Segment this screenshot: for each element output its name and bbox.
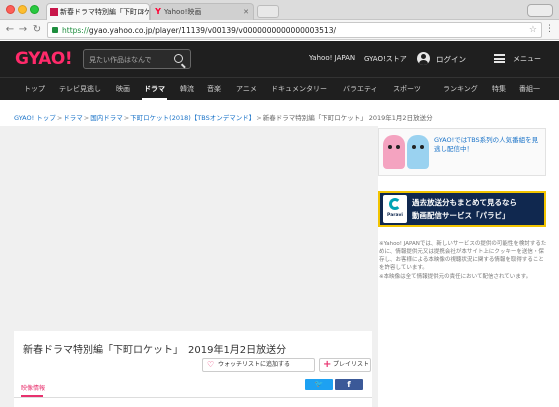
facebook-icon: f bbox=[347, 380, 351, 389]
twitter-icon: 🐦 bbox=[314, 380, 324, 388]
gyao-favicon-icon bbox=[50, 8, 58, 16]
episode-info-card: 新春ドラマ特別編「下町ロケット」 2019年1月2日放送分 ♡ ウォッチリストに… bbox=[14, 331, 372, 407]
yahoo-japan-link[interactable]: Yahoo! JAPAN bbox=[309, 54, 355, 62]
forward-arrow-icon[interactable]: → bbox=[17, 23, 29, 36]
paravi-logo: Paravi bbox=[383, 195, 407, 223]
browser-tab-gyao[interactable]: 新春ドラマ特別編「下町ロケッ ✕ bbox=[46, 3, 150, 20]
nav-item-top[interactable]: トップ bbox=[24, 78, 45, 100]
breadcrumb-link-domestic-drama[interactable]: 国内ドラマ bbox=[90, 114, 123, 122]
address-bar[interactable]: https://gyao.yahoo.co.jp/player/11139/v0… bbox=[47, 22, 542, 38]
plus-icon: + bbox=[323, 359, 332, 370]
episode-title: 新春ドラマ特別編「下町ロケット」 2019年1月2日放送分 bbox=[23, 345, 287, 356]
paravi-banner[interactable]: Paravi 過去放送分もまとめて見るなら 動画配信サービス「パラビ」 bbox=[378, 191, 546, 227]
breadcrumb-separator: > bbox=[83, 114, 90, 122]
minimize-window-button[interactable] bbox=[18, 5, 27, 14]
add-to-watchlist-button[interactable]: ♡ ウォッチリストに追加する bbox=[202, 358, 315, 372]
nav-item-ranking[interactable]: ランキング bbox=[443, 78, 478, 100]
nav-item-movies[interactable]: 映画 bbox=[116, 78, 130, 100]
search-input[interactable] bbox=[89, 53, 167, 66]
cookie-notice: ※Yahoo! JAPANでは、新しいサービスの提供の可能性を検討するために、情… bbox=[379, 240, 547, 282]
nav-item-sports[interactable]: スポーツ bbox=[393, 78, 421, 100]
nav-item-documentary[interactable]: ドキュメンタリー bbox=[271, 78, 327, 100]
close-tab-icon[interactable]: ✕ bbox=[243, 4, 249, 20]
nav-item-tv-catchup[interactable]: テレビ見逃し bbox=[59, 78, 101, 100]
paravi-line-2: 動画配信サービス「パラビ」 bbox=[412, 211, 510, 220]
new-tab-button[interactable] bbox=[257, 5, 279, 18]
gyao-store-link[interactable]: GYAO!ストア bbox=[364, 54, 407, 64]
reload-icon[interactable]: ↻ bbox=[31, 23, 43, 36]
nav-item-anime[interactable]: アニメ bbox=[236, 78, 257, 100]
bookmark-star-icon[interactable]: ☆ bbox=[529, 23, 537, 37]
lock-icon bbox=[52, 27, 58, 33]
login-link[interactable]: ログイン bbox=[436, 54, 466, 65]
paravi-line-1: 過去放送分もまとめて見るなら bbox=[412, 198, 517, 207]
breadcrumb-separator: > bbox=[123, 114, 130, 122]
yahoo-favicon-icon: Y bbox=[155, 7, 161, 16]
browser-toolbar: ← → ↻ https://gyao.yahoo.co.jp/player/11… bbox=[0, 20, 559, 40]
close-tab-icon[interactable]: ✕ bbox=[139, 4, 145, 20]
nav-item-drama[interactable]: ドラマ bbox=[142, 78, 167, 100]
menu-link[interactable]: メニュー bbox=[513, 54, 541, 64]
hamburger-menu-icon[interactable] bbox=[494, 54, 505, 63]
browser-tabstrip: 新春ドラマ特別編「下町ロケッ ✕ Y Yahoo!映画 ✕ bbox=[0, 0, 559, 20]
browser-tab-yahoo-movies[interactable]: Y Yahoo!映画 ✕ bbox=[150, 3, 254, 20]
tbs-banner[interactable]: GYAO!ではTBS系列の人気番組を見逃し配信中！ bbox=[378, 128, 546, 176]
bubu-mascot-icon bbox=[407, 135, 429, 169]
profile-button[interactable] bbox=[527, 4, 553, 17]
tab-video-info[interactable]: 映像情報 bbox=[21, 383, 45, 392]
site-header: GYAO! Yahoo! JAPAN GYAO!ストア ログイン メニュー bbox=[0, 41, 559, 77]
breadcrumb-link-series[interactable]: 下町ロケット(2018)【TBSオンデマンド】 bbox=[130, 114, 255, 122]
divider bbox=[14, 397, 372, 398]
tab-active-indicator bbox=[21, 395, 43, 397]
nav-item-feature[interactable]: 特集 bbox=[492, 78, 506, 100]
breadcrumb-separator: > bbox=[256, 114, 262, 122]
gyao-logo[interactable]: GYAO! bbox=[15, 49, 73, 69]
breadcrumb-current: 新春ドラマ特別編「下町ロケット」 2019年1月2日放送分 bbox=[262, 114, 433, 122]
url-scheme: https:// bbox=[62, 26, 89, 35]
paravi-c-icon bbox=[389, 198, 401, 210]
facebook-share-button[interactable]: f bbox=[335, 379, 363, 390]
nav-item-korean[interactable]: 韓流 bbox=[180, 78, 194, 100]
breadcrumb-link-drama[interactable]: ドラマ bbox=[63, 114, 83, 122]
close-window-button[interactable] bbox=[6, 5, 15, 14]
notice-paragraph: ※Yahoo! JAPANでは、新しいサービスの提供の可能性を検討するために、情… bbox=[379, 241, 547, 271]
search-box bbox=[83, 49, 191, 69]
url-text: gyao.yahoo.co.jp/player/11139/v00139/v00… bbox=[88, 26, 337, 35]
back-arrow-icon[interactable]: ← bbox=[4, 23, 16, 36]
category-nav: トップ テレビ見逃し 映画 ドラマ 韓流 音楽 アニメ ドキュメンタリー バラエ… bbox=[0, 77, 559, 100]
user-icon[interactable] bbox=[417, 52, 430, 65]
zoom-window-button[interactable] bbox=[30, 5, 39, 14]
nav-item-programs[interactable]: 番組一 bbox=[519, 78, 540, 100]
tab-title: 新春ドラマ特別編「下町ロケッ bbox=[60, 8, 150, 16]
tab-title: Yahoo!映画 bbox=[164, 8, 202, 16]
playlist-label: プレイリスト bbox=[333, 361, 370, 368]
browser-menu-icon[interactable]: ⋮ bbox=[545, 24, 554, 34]
notice-paragraph: ※本映像は全て情報提供元の責任において配信されています。 bbox=[379, 274, 532, 280]
breadcrumb: GYAO! トップ>ドラマ>国内ドラマ>下町ロケット(2018)【TBSオンデマ… bbox=[14, 112, 433, 122]
search-icon[interactable] bbox=[174, 54, 183, 63]
boopy-mascot-icon bbox=[383, 135, 405, 169]
heart-plus-icon: ♡ bbox=[207, 360, 215, 369]
breadcrumb-link-top[interactable]: GYAO! トップ bbox=[14, 114, 56, 122]
nav-item-variety[interactable]: バラエティ bbox=[343, 78, 378, 100]
watchlist-label: ウォッチリストに追加する bbox=[218, 361, 291, 368]
tbs-banner-text[interactable]: GYAO!ではTBS系列の人気番組を見逃し配信中！ bbox=[434, 136, 542, 154]
nav-item-music[interactable]: 音楽 bbox=[207, 78, 221, 100]
twitter-share-button[interactable]: 🐦 bbox=[305, 379, 333, 390]
playlist-button[interactable]: + プレイリスト bbox=[319, 358, 371, 372]
paravi-logo-text: Paravi bbox=[387, 213, 403, 218]
breadcrumb-separator: > bbox=[56, 114, 63, 122]
